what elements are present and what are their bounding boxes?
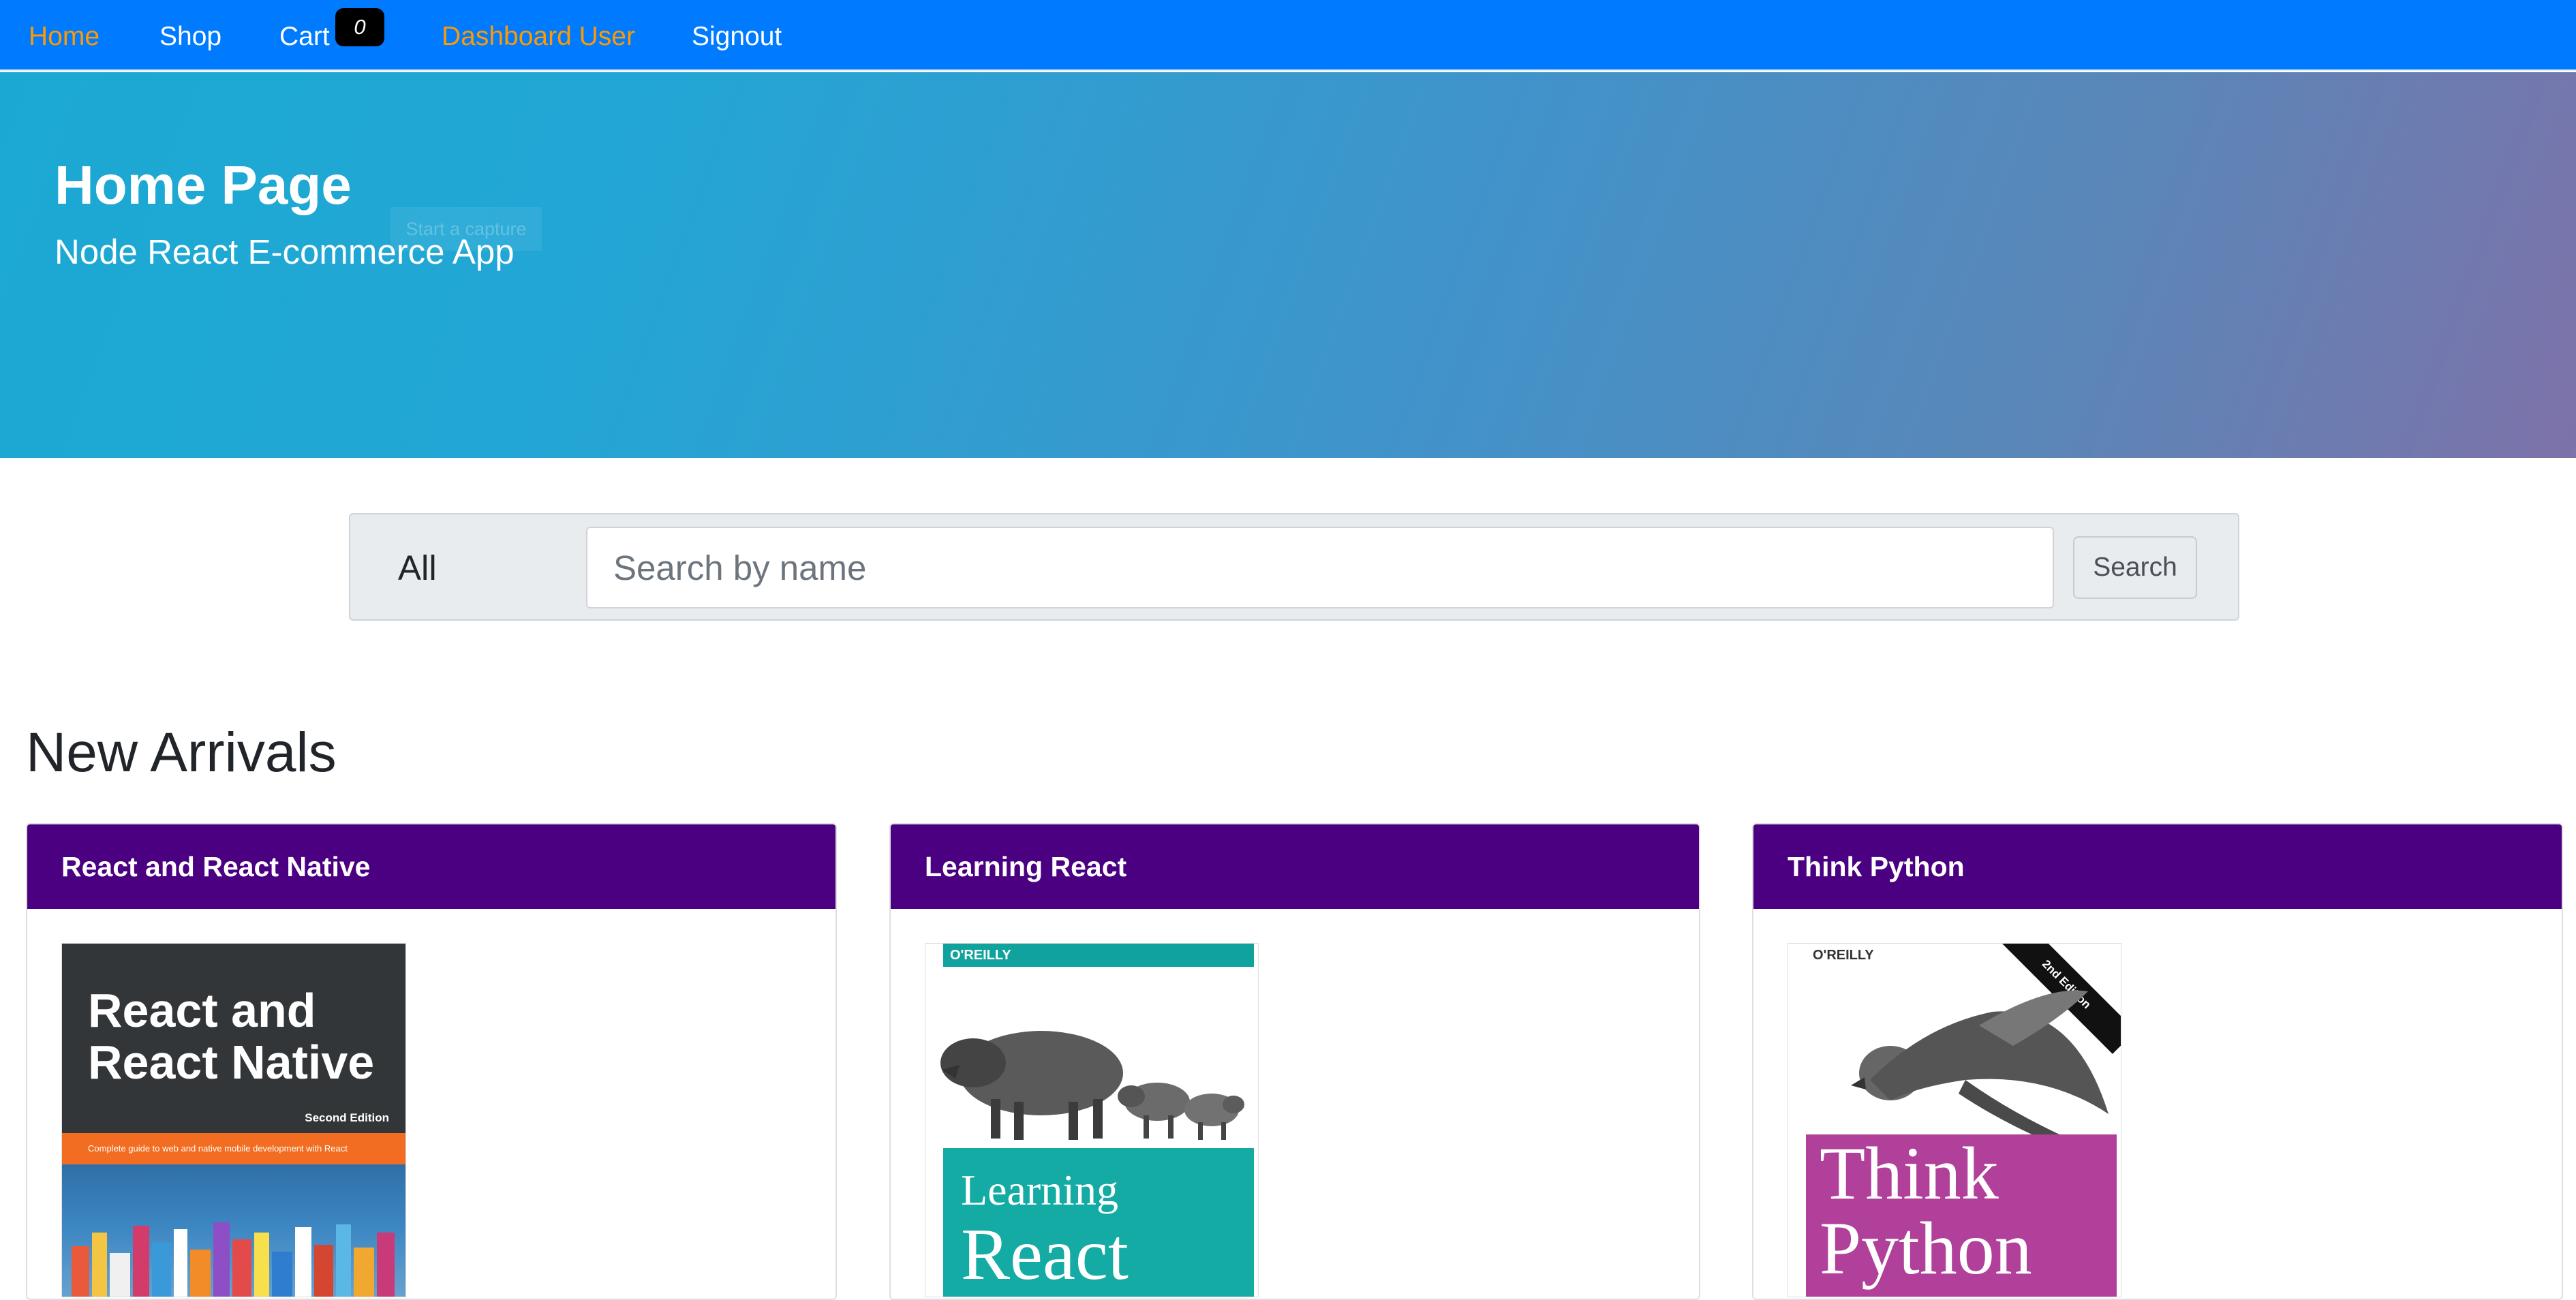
nav-home-link[interactable]: Home [29, 20, 99, 53]
parrot-illustration [1851, 990, 2109, 1141]
product-cover-image[interactable]: O'REILLY 2nd Edition Think Python [1788, 943, 2121, 1297]
product-card-title: Learning React [891, 824, 1699, 909]
product-cover-image[interactable]: O'REILLY Learning React [925, 943, 1259, 1297]
cover-edition: Second Edition [305, 1111, 389, 1124]
nav-dashboard-user-link[interactable]: Dashboard User [442, 20, 635, 53]
product-card[interactable]: React and React Native React and React N… [26, 823, 837, 1300]
search-input[interactable] [586, 527, 2054, 608]
category-select[interactable]: All [398, 527, 609, 608]
search-button[interactable]: Search [2073, 536, 2197, 599]
page-title: Home Page [55, 155, 352, 215]
nav-shop-link[interactable]: Shop [159, 20, 221, 53]
nav-signout-link[interactable]: Signout [692, 20, 782, 53]
search-bar: All Search [349, 513, 2239, 621]
product-card-title: React and React Native [27, 824, 835, 909]
capture-tooltip[interactable]: Start a capture [390, 207, 542, 251]
cover-title: Think Python [1820, 1132, 2032, 1290]
product-card[interactable]: Think Python O'REILLY 2nd Edition Think … [1752, 823, 2563, 1300]
cover-artwork [62, 1164, 405, 1297]
boar-illustration [940, 1031, 1244, 1140]
cover-tagline: Complete guide to web and native mobile … [62, 1133, 405, 1164]
cover-city-illustration [72, 1222, 395, 1297]
product-cover-image[interactable]: React and React Native Second Edition Co… [61, 943, 406, 1297]
new-arrivals-heading: New Arrivals [26, 722, 337, 784]
product-card[interactable]: Learning React O'REILLY Learning React [889, 823, 1700, 1300]
cover-title: React and React Native [88, 984, 375, 1089]
product-card-title: Think Python [1753, 824, 2562, 909]
top-navbar: Home Shop Cart 0 Dashboard User Signout [0, 0, 2576, 71]
nav-cart-link[interactable]: Cart [279, 20, 330, 53]
cart-count-badge: 0 [335, 8, 384, 46]
category-select-value: All [398, 548, 437, 587]
cover-title: Learning React [961, 1166, 1129, 1295]
hero-banner: Home Page Node React E-commerce App Star… [0, 72, 2576, 458]
